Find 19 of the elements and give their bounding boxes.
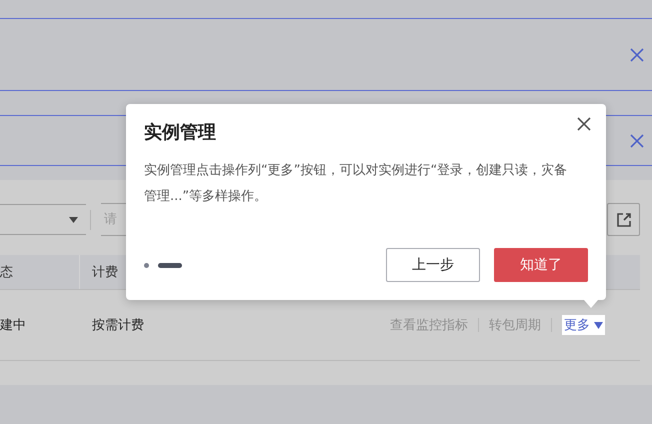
table-cell-text: 按需计费: [92, 317, 144, 334]
close-icon[interactable]: [630, 134, 644, 148]
column-header: 计费: [92, 264, 118, 281]
got-it-button[interactable]: 知道了: [494, 248, 588, 282]
more-dropdown[interactable]: 更多: [562, 315, 605, 335]
table-cell-text: 建中: [0, 317, 27, 334]
close-icon[interactable]: [630, 48, 644, 62]
caret-icon: [69, 216, 78, 222]
action-link[interactable]: 转包周期: [489, 316, 541, 334]
action-link[interactable]: 查看监控指标: [390, 316, 468, 334]
column-header: 态: [0, 264, 13, 281]
popover-text: 实例管理点击操作列“更多”按钮，可以对实例进行“登录，创建只读，灾备管理...”等多样操作。: [144, 162, 568, 206]
export-button[interactable]: [607, 203, 640, 236]
export-icon: [616, 212, 632, 228]
close-icon[interactable]: [577, 117, 591, 131]
previous-button[interactable]: 上一步: [386, 248, 480, 282]
popover-title: 实例管理: [144, 121, 216, 144]
caret-icon: [594, 322, 603, 328]
filter-dropdown[interactable]: [0, 204, 86, 235]
